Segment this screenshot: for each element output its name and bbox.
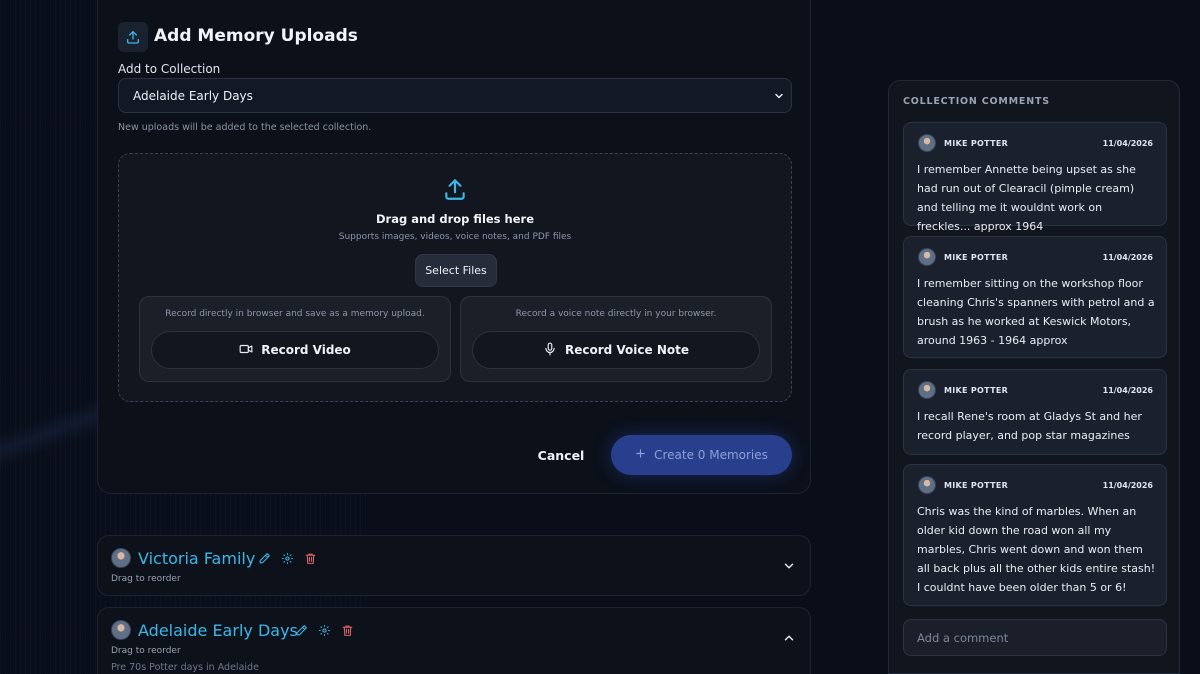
comments-heading: COLLECTION COMMENTS bbox=[903, 96, 1050, 107]
collection-select[interactable]: Adelaide Early Days bbox=[118, 78, 792, 113]
record-voice-label: Record Voice Note bbox=[564, 343, 689, 357]
create-memories-button[interactable]: Create 0 Memories bbox=[611, 435, 792, 475]
panel-title: Add Memory Uploads bbox=[154, 26, 358, 46]
gear-icon[interactable] bbox=[318, 622, 331, 641]
record-video-label: Record Video bbox=[261, 343, 351, 357]
record-voice-button[interactable]: Record Voice Note bbox=[472, 331, 760, 369]
file-dropzone[interactable]: Drag and drop files here Supports images… bbox=[118, 153, 792, 402]
comment-date: 11/04/2026 bbox=[1102, 481, 1153, 490]
collection-row-adelaide-early-days[interactable]: Adelaide Early Days Drag to reorder Pre … bbox=[97, 607, 811, 674]
avatar bbox=[918, 381, 936, 399]
comment-card: MIKE POTTER 11/04/2026 Chris was the kin… bbox=[903, 464, 1167, 606]
collection-comments-panel: COLLECTION COMMENTS MIKE POTTER 11/04/20… bbox=[888, 80, 1180, 674]
comment-text: Chris was the kind of marbles. When an o… bbox=[917, 505, 1156, 594]
collection-actions bbox=[295, 622, 354, 641]
collection-label: Add to Collection bbox=[118, 62, 221, 76]
avatar bbox=[918, 134, 936, 152]
cancel-button[interactable]: Cancel bbox=[526, 444, 596, 466]
trash-icon[interactable] bbox=[304, 550, 317, 569]
chevron-up-icon[interactable] bbox=[782, 630, 796, 649]
collection-hint: New uploads will be added to the selecte… bbox=[118, 122, 372, 133]
collection-actions bbox=[258, 550, 317, 569]
comment-author: MIKE POTTER bbox=[944, 253, 1009, 262]
avatar bbox=[111, 620, 131, 640]
chevron-down-icon[interactable] bbox=[782, 558, 796, 577]
drag-hint: Drag to reorder bbox=[111, 574, 181, 584]
chevron-down-icon bbox=[773, 90, 785, 105]
comment-text: I recall Rene's room at Gladys St and he… bbox=[917, 410, 1142, 442]
comment-author: MIKE POTTER bbox=[944, 386, 1009, 395]
comment-author: MIKE POTTER bbox=[944, 139, 1009, 148]
dropzone-subtitle: Supports images, videos, voice notes, an… bbox=[338, 232, 572, 242]
comment-card: MIKE POTTER 11/04/2026 I remember Annett… bbox=[903, 122, 1167, 233]
collection-description: Pre 70s Potter days in Adelaide bbox=[111, 662, 259, 673]
comment-card: MIKE POTTER 11/04/2026 I recall Rene's r… bbox=[903, 369, 1167, 455]
video-camera-icon bbox=[239, 342, 253, 359]
record-video-caption: Record directly in browser and save as a… bbox=[165, 309, 425, 319]
upload-icon bbox=[442, 176, 468, 206]
avatar bbox=[918, 476, 936, 494]
background-decoration bbox=[0, 380, 100, 500]
comment-text: I remember sitting on the workshop floor… bbox=[917, 277, 1155, 347]
microphone-icon bbox=[543, 342, 557, 359]
record-video-button[interactable]: Record Video bbox=[151, 331, 439, 369]
collection-select-value: Adelaide Early Days bbox=[133, 88, 253, 103]
drag-hint: Drag to reorder bbox=[111, 646, 181, 656]
upload-icon bbox=[118, 22, 148, 52]
gear-icon[interactable] bbox=[281, 550, 294, 569]
add-memory-uploads-panel: Add Memory Uploads Add to Collection Ade… bbox=[97, 0, 811, 494]
avatar bbox=[918, 248, 936, 266]
add-comment-input[interactable] bbox=[903, 619, 1167, 656]
collection-title[interactable]: Victoria Family bbox=[138, 549, 255, 568]
record-voice-caption: Record a voice note directly in your bro… bbox=[515, 309, 717, 319]
comment-author: MIKE POTTER bbox=[944, 481, 1009, 490]
record-video-card: Record directly in browser and save as a… bbox=[139, 296, 451, 382]
comment-card: MIKE POTTER 11/04/2026 I remember sittin… bbox=[903, 236, 1167, 358]
comment-date: 11/04/2026 bbox=[1102, 386, 1153, 395]
comment-text: I remember Annette being upset as she ha… bbox=[917, 163, 1136, 233]
create-memories-label: Create 0 Memories bbox=[654, 448, 768, 462]
comment-date: 11/04/2026 bbox=[1102, 253, 1153, 262]
plus-icon bbox=[635, 448, 646, 462]
avatar bbox=[111, 548, 131, 568]
collection-row-victoria-family[interactable]: Victoria Family Drag to reorder bbox=[97, 535, 811, 596]
trash-icon[interactable] bbox=[341, 622, 354, 641]
select-files-button[interactable]: Select Files bbox=[415, 254, 497, 287]
pencil-icon[interactable] bbox=[258, 550, 271, 569]
collection-title[interactable]: Adelaide Early Days bbox=[138, 621, 298, 640]
record-voice-card: Record a voice note directly in your bro… bbox=[460, 296, 772, 382]
pencil-icon[interactable] bbox=[295, 622, 308, 641]
comment-date: 11/04/2026 bbox=[1102, 139, 1153, 148]
dropzone-title: Drag and drop files here bbox=[375, 212, 534, 226]
